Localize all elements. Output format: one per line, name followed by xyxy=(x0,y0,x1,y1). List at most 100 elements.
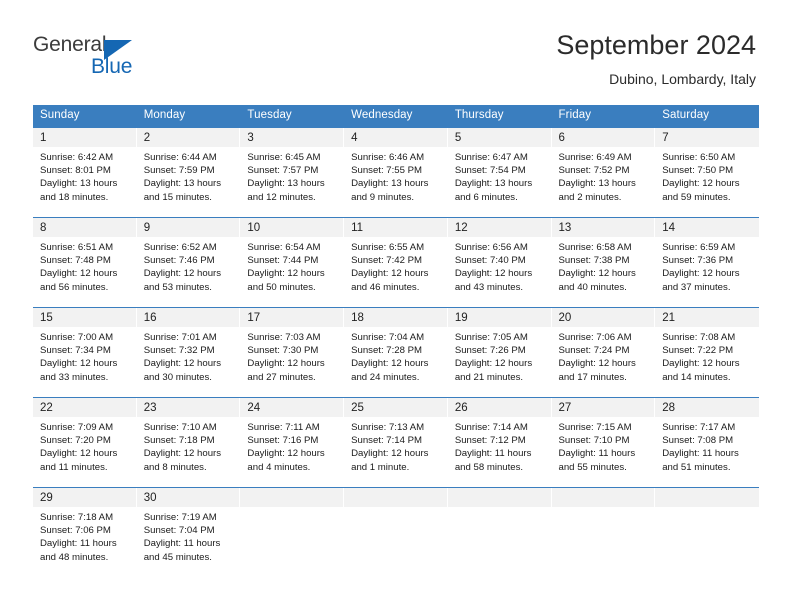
day-number: 24 xyxy=(247,401,261,414)
day-number-band: 19 xyxy=(447,308,551,327)
day-number-band: 5 xyxy=(447,128,551,147)
sunset-text: Sunset: 7:40 PM xyxy=(454,255,526,267)
day-cell[interactable]: 12 Sunrise: 6:56 AM Sunset: 7:40 PM Dayl… xyxy=(447,218,552,307)
day-cell[interactable]: 22 Sunrise: 7:09 AM Sunset: 7:20 PM Dayl… xyxy=(33,398,137,487)
day-cell-empty xyxy=(447,488,552,577)
day-number-band: 25 xyxy=(344,398,447,417)
title-block: September 2024 Dubino, Lombardy, Italy xyxy=(556,28,756,89)
day-cell[interactable]: 15 Sunrise: 7:00 AM Sunset: 7:34 PM Dayl… xyxy=(33,308,137,397)
day-cell[interactable]: 17 Sunrise: 7:03 AM Sunset: 7:30 PM Dayl… xyxy=(240,308,345,397)
daylight-text-line1: Daylight: 12 hours xyxy=(143,448,222,460)
day-info: Sunrise: 6:47 AM Sunset: 7:54 PM Dayligh… xyxy=(448,147,551,204)
day-cell[interactable]: 20 Sunrise: 7:06 AM Sunset: 7:24 PM Dayl… xyxy=(551,308,656,397)
day-cell-empty xyxy=(655,488,759,577)
sunset-text: Sunset: 7:48 PM xyxy=(40,255,111,267)
sunset-text: Sunset: 7:08 PM xyxy=(662,435,734,447)
day-number: 16 xyxy=(143,311,157,324)
sunrise-text: Sunrise: 7:01 AM xyxy=(143,332,217,343)
day-cell[interactable]: 1 Sunrise: 6:42 AM Sunset: 8:01 PM Dayli… xyxy=(33,128,137,217)
daylight-text-line1: Daylight: 12 hours xyxy=(247,358,325,370)
day-cell[interactable]: 10 Sunrise: 6:54 AM Sunset: 7:44 PM Dayl… xyxy=(240,218,345,307)
day-cell[interactable]: 7 Sunrise: 6:50 AM Sunset: 7:50 PM Dayli… xyxy=(655,128,759,217)
daylight-text-line2: and 33 minutes. xyxy=(40,371,109,383)
day-cell[interactable]: 26 Sunrise: 7:14 AM Sunset: 7:12 PM Dayl… xyxy=(447,398,552,487)
daylight-text-line1: Daylight: 13 hours xyxy=(40,178,118,190)
day-cell[interactable]: 13 Sunrise: 6:58 AM Sunset: 7:38 PM Dayl… xyxy=(551,218,656,307)
sunset-text: Sunset: 7:20 PM xyxy=(40,435,111,447)
daylight-text-line2: and 45 minutes. xyxy=(143,551,212,563)
day-cell[interactable]: 9 Sunrise: 6:52 AM Sunset: 7:46 PM Dayli… xyxy=(136,218,241,307)
sunset-text: Sunset: 7:52 PM xyxy=(558,165,630,177)
day-cell[interactable]: 28 Sunrise: 7:17 AM Sunset: 7:08 PM Dayl… xyxy=(655,398,759,487)
day-number: 22 xyxy=(40,401,53,414)
day-cell[interactable]: 21 Sunrise: 7:08 AM Sunset: 7:22 PM Dayl… xyxy=(655,308,759,397)
day-cell[interactable]: 24 Sunrise: 7:11 AM Sunset: 7:16 PM Dayl… xyxy=(240,398,345,487)
weekday-header-tuesday: Tuesday xyxy=(247,109,292,121)
week-row: 8 Sunrise: 6:51 AM Sunset: 7:48 PM Dayli… xyxy=(33,217,759,307)
day-cell[interactable]: 4 Sunrise: 6:46 AM Sunset: 7:55 PM Dayli… xyxy=(344,128,448,217)
day-info: Sunrise: 6:42 AM Sunset: 8:01 PM Dayligh… xyxy=(33,147,136,204)
weekday-header-sunday: Sunday xyxy=(40,109,80,121)
daylight-text-line2: and 40 minutes. xyxy=(558,281,627,293)
day-info: Sunrise: 6:50 AM Sunset: 7:50 PM Dayligh… xyxy=(655,147,759,204)
day-number-band: 6 xyxy=(551,128,655,147)
weekday-header-monday: Monday xyxy=(143,109,186,121)
day-info: Sunrise: 7:15 AM Sunset: 7:10 PM Dayligh… xyxy=(552,417,655,474)
sunset-text: Sunset: 7:22 PM xyxy=(662,345,734,357)
daylight-text-line1: Daylight: 12 hours xyxy=(143,268,222,280)
sunset-text: Sunset: 7:38 PM xyxy=(558,255,630,267)
day-info: Sunrise: 6:52 AM Sunset: 7:46 PM Dayligh… xyxy=(137,237,240,294)
sunrise-text: Sunrise: 6:49 AM xyxy=(558,152,632,163)
day-cell[interactable]: 18 Sunrise: 7:04 AM Sunset: 7:28 PM Dayl… xyxy=(344,308,448,397)
general-blue-logo[interactable]: General Blue xyxy=(33,33,213,85)
day-info: Sunrise: 7:06 AM Sunset: 7:24 PM Dayligh… xyxy=(552,327,655,384)
day-cell[interactable]: 8 Sunrise: 6:51 AM Sunset: 7:48 PM Dayli… xyxy=(33,218,137,307)
day-cell[interactable]: 25 Sunrise: 7:13 AM Sunset: 7:14 PM Dayl… xyxy=(344,398,448,487)
sunrise-text: Sunrise: 7:15 AM xyxy=(558,422,632,433)
daylight-text-line2: and 51 minutes. xyxy=(662,461,731,473)
week-row: 15 Sunrise: 7:00 AM Sunset: 7:34 PM Dayl… xyxy=(33,307,759,397)
day-cell[interactable]: 16 Sunrise: 7:01 AM Sunset: 7:32 PM Dayl… xyxy=(136,308,241,397)
day-cell[interactable]: 30 Sunrise: 7:19 AM Sunset: 7:04 PM Dayl… xyxy=(136,488,241,577)
sunrise-text: Sunrise: 7:08 AM xyxy=(662,332,736,343)
day-number-band: 26 xyxy=(447,398,551,417)
sunrise-text: Sunrise: 7:06 AM xyxy=(558,332,632,343)
day-cell[interactable]: 11 Sunrise: 6:55 AM Sunset: 7:42 PM Dayl… xyxy=(344,218,448,307)
day-cell[interactable]: 3 Sunrise: 6:45 AM Sunset: 7:57 PM Dayli… xyxy=(240,128,345,217)
day-info: Sunrise: 7:00 AM Sunset: 7:34 PM Dayligh… xyxy=(33,327,136,384)
sunset-text: Sunset: 7:18 PM xyxy=(143,435,215,447)
day-cell[interactable]: 5 Sunrise: 6:47 AM Sunset: 7:54 PM Dayli… xyxy=(447,128,552,217)
sunrise-text: Sunrise: 6:50 AM xyxy=(662,152,736,163)
daylight-text-line2: and 59 minutes. xyxy=(662,191,731,203)
day-number-band: 15 xyxy=(33,308,136,327)
day-cell[interactable]: 2 Sunrise: 6:44 AM Sunset: 7:59 PM Dayli… xyxy=(136,128,241,217)
day-cell[interactable]: 14 Sunrise: 6:59 AM Sunset: 7:36 PM Dayl… xyxy=(655,218,759,307)
weekday-header-thursday: Thursday xyxy=(454,109,504,121)
calendar-page: General Blue September 2024 Dubino, Lomb… xyxy=(0,0,792,612)
daylight-text-line2: and 11 minutes. xyxy=(40,461,108,473)
daylight-text-line1: Daylight: 13 hours xyxy=(351,178,429,190)
day-info: Sunrise: 7:10 AM Sunset: 7:18 PM Dayligh… xyxy=(137,417,240,474)
daylight-text-line1: Daylight: 12 hours xyxy=(351,358,429,370)
daylight-text-line2: and 56 minutes. xyxy=(40,281,109,293)
day-number: 1 xyxy=(40,131,47,144)
day-number-band xyxy=(551,488,655,507)
day-cell[interactable]: 19 Sunrise: 7:05 AM Sunset: 7:26 PM Dayl… xyxy=(447,308,552,397)
day-cell[interactable]: 6 Sunrise: 6:49 AM Sunset: 7:52 PM Dayli… xyxy=(551,128,656,217)
day-info: Sunrise: 6:46 AM Sunset: 7:55 PM Dayligh… xyxy=(344,147,447,204)
day-cell[interactable]: 27 Sunrise: 7:15 AM Sunset: 7:10 PM Dayl… xyxy=(551,398,656,487)
daylight-text-line2: and 37 minutes. xyxy=(662,281,731,293)
day-number-band: 23 xyxy=(136,398,240,417)
day-number: 29 xyxy=(40,491,53,504)
day-number-band: 24 xyxy=(240,398,344,417)
day-cell[interactable]: 29 Sunrise: 7:18 AM Sunset: 7:06 PM Dayl… xyxy=(33,488,137,577)
sunrise-text: Sunrise: 6:47 AM xyxy=(454,152,528,163)
day-cell[interactable]: 23 Sunrise: 7:10 AM Sunset: 7:18 PM Dayl… xyxy=(136,398,241,487)
day-number-band: 2 xyxy=(136,128,240,147)
day-info: Sunrise: 7:08 AM Sunset: 7:22 PM Dayligh… xyxy=(655,327,759,384)
day-number-band: 13 xyxy=(551,218,655,237)
day-number-band xyxy=(240,488,344,507)
day-number-band: 18 xyxy=(344,308,447,327)
day-cell-empty xyxy=(240,488,345,577)
day-number: 25 xyxy=(351,401,364,414)
